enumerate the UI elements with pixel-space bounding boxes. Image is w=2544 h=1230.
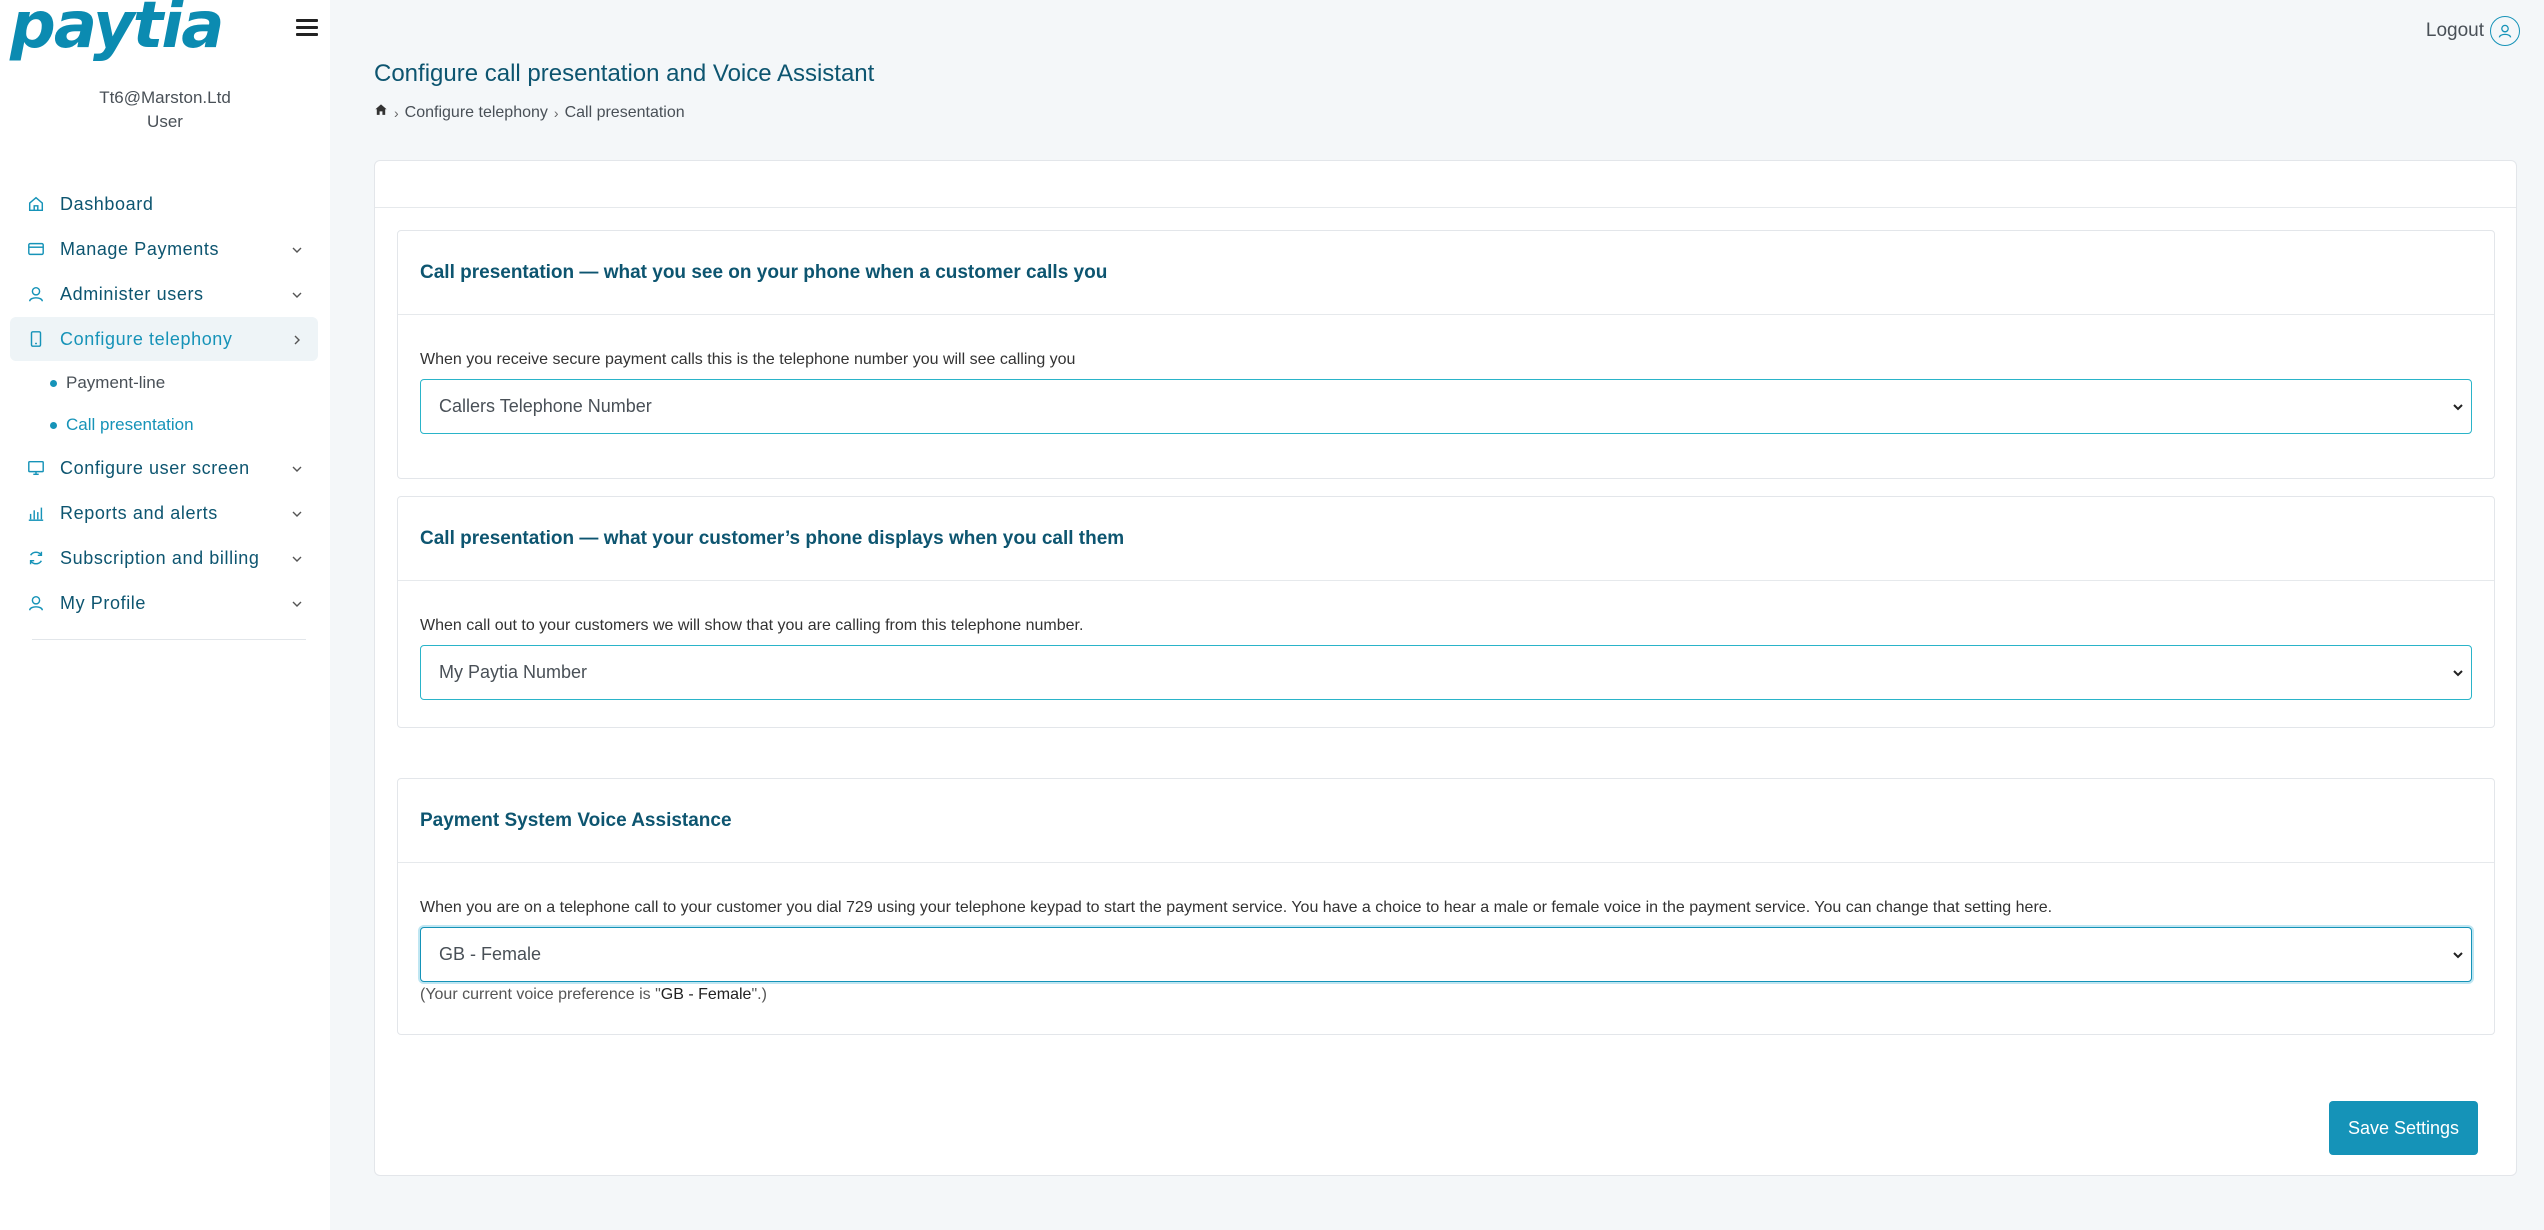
current-voice-preference: (Your current voice preference is "GB - … <box>420 986 2472 1004</box>
chevron-down-icon <box>290 241 304 255</box>
inbound-call-presentation-section: Call presentation — what you see on your… <box>397 230 2495 479</box>
sidebar-item-subscription-and-billing[interactable]: Subscription and billing <box>10 536 318 580</box>
chevron-down-icon <box>2451 946 2465 960</box>
sidebar-item-configure-telephony[interactable]: Configure telephony <box>10 317 318 361</box>
chevron-down-icon <box>2451 664 2465 678</box>
user-icon <box>26 593 46 613</box>
chevron-down-icon <box>290 286 304 300</box>
home-icon[interactable] <box>374 103 388 122</box>
breadcrumb: › Configure telephony › Call presentatio… <box>374 103 685 122</box>
sidebar-item-label: Configure user screen <box>60 457 250 478</box>
current-pref-value: GB - Female <box>660 986 752 1003</box>
sidebar-subitem-call-presentation[interactable]: Call presentation <box>10 404 318 446</box>
chevron-down-icon <box>290 460 304 474</box>
logout-button[interactable]: Logout <box>2426 16 2520 46</box>
sidebar-item-my-profile[interactable]: My Profile <box>10 581 318 625</box>
voice-preference-select[interactable]: GB - Female <box>420 927 2472 982</box>
bullet-icon <box>50 421 57 429</box>
bullet-icon <box>50 379 57 387</box>
chevron-right-icon <box>290 331 304 345</box>
user-email: Tt6@Marston.Ltd <box>99 88 231 107</box>
card-header <box>375 161 2516 208</box>
settings-card: Call presentation — what you see on your… <box>374 160 2517 1176</box>
monitor-icon <box>26 458 46 478</box>
sidebar: paytia Tt6@Marston.Ltd User Dashboard Ma… <box>0 0 330 1230</box>
section-description: When you receive secure payment calls th… <box>420 351 1076 368</box>
breadcrumb-item[interactable]: Configure telephony <box>405 104 548 122</box>
select-value: Callers Telephone Number <box>439 396 652 416</box>
phone-icon <box>26 329 46 349</box>
chart-icon <box>26 503 46 523</box>
sidebar-item-manage-payments[interactable]: Manage Payments <box>10 227 318 271</box>
chevron-down-icon <box>2451 398 2465 412</box>
chevron-right-icon: › <box>394 104 399 121</box>
user-circle-icon <box>2490 16 2520 46</box>
user-role: User <box>147 112 183 131</box>
inbound-number-select[interactable]: Callers Telephone Number <box>420 379 2472 434</box>
section-description: When call out to your customers we will … <box>420 617 1084 634</box>
outbound-call-presentation-section: Call presentation — what your customer’s… <box>397 496 2495 728</box>
current-pref-prefix: (Your current voice preference is " <box>420 986 661 1003</box>
sidebar-item-label: Subscription and billing <box>60 547 260 568</box>
refresh-icon <box>26 548 46 568</box>
voice-assistance-section: Payment System Voice Assistance When you… <box>397 778 2495 1035</box>
menu-toggle-icon[interactable] <box>296 16 318 36</box>
section-title: Call presentation — what your customer’s… <box>398 497 2494 581</box>
sidebar-subitem-payment-line[interactable]: Payment-line <box>10 362 318 404</box>
sidebar-item-label: Administer users <box>60 283 204 304</box>
breadcrumb-item: Call presentation <box>564 103 685 121</box>
section-title: Call presentation — what you see on your… <box>398 231 2494 315</box>
outbound-number-select[interactable]: My Paytia Number <box>420 645 2472 700</box>
sidebar-item-administer-users[interactable]: Administer users <box>10 272 318 316</box>
sidebar-item-label: My Profile <box>60 592 147 613</box>
card-icon <box>26 239 46 259</box>
user-icon <box>26 284 46 304</box>
select-value: My Paytia Number <box>439 662 588 682</box>
sidebar-item-label: Dashboard <box>60 193 154 214</box>
chevron-down-icon <box>290 550 304 564</box>
sidebar-subitem-label: Payment-line <box>66 373 166 392</box>
current-pref-suffix: ".) <box>751 986 767 1003</box>
section-description: When you are on a telephone call to your… <box>420 899 2053 916</box>
sidebar-item-reports-and-alerts[interactable]: Reports and alerts <box>10 491 318 535</box>
select-value: GB - Female <box>439 944 542 964</box>
chevron-down-icon <box>290 505 304 519</box>
sidebar-item-label: Configure telephony <box>60 328 233 349</box>
sidebar-nav: Dashboard Manage Payments Administer use… <box>10 182 318 640</box>
sidebar-item-label: Reports and alerts <box>60 502 218 523</box>
chevron-right-icon: › <box>553 104 559 121</box>
sidebar-item-dashboard[interactable]: Dashboard <box>10 182 318 226</box>
page-title: Configure call presentation and Voice As… <box>374 60 875 87</box>
logout-label: Logout <box>2425 20 2484 41</box>
sidebar-subitem-label: Call presentation <box>66 415 194 434</box>
paytia-logo[interactable]: paytia <box>10 0 224 58</box>
save-settings-button[interactable]: Save Settings <box>2329 1101 2478 1155</box>
home-icon <box>26 194 46 214</box>
chevron-down-icon <box>290 595 304 609</box>
sidebar-divider <box>32 639 306 640</box>
sidebar-item-label: Manage Payments <box>60 238 220 259</box>
section-title: Payment System Voice Assistance <box>398 779 2494 863</box>
sidebar-item-configure-user-screen[interactable]: Configure user screen <box>10 446 318 490</box>
